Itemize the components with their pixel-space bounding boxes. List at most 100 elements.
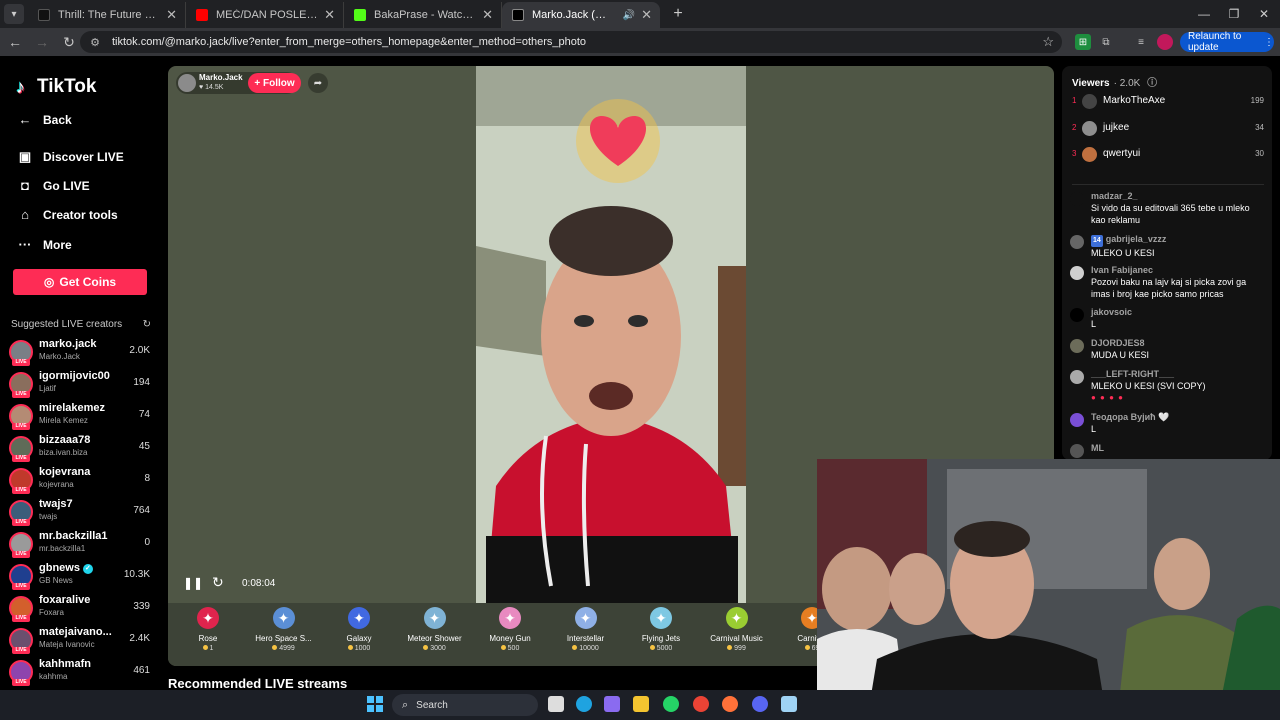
suggested-creator[interactable]: LIVE mirelakemez Mirela Kemez 74 <box>9 401 152 431</box>
chat-username-text[interactable]: ML <box>1091 443 1104 453</box>
creator-name[interactable]: igormijovic00 <box>39 370 125 382</box>
gift-item[interactable]: ✦ Galaxy 1000 <box>321 607 397 663</box>
host-avatar[interactable] <box>178 74 196 92</box>
share-icon[interactable]: ➦ <box>308 73 328 93</box>
suggested-creator[interactable]: LIVE foxaralive Foxara 339 <box>9 593 152 623</box>
gift-item[interactable]: ✦ Flying Jets 5000 <box>623 607 699 663</box>
chat-username-text[interactable]: ___LEFT-RIGHT___ <box>1091 369 1174 379</box>
suggested-creator[interactable]: LIVE marko.jack Marko.Jack 2.0K <box>9 337 152 367</box>
chat-username-text[interactable]: madzar_2_ <box>1091 191 1138 201</box>
suggested-creator[interactable]: LIVE bizzaaa78 biza.ivan.biza 45 <box>9 433 152 463</box>
get-coins-button[interactable]: ◎ Get Coins <box>13 269 147 295</box>
chat-avatar[interactable] <box>1070 192 1084 206</box>
follow-button[interactable]: + Follow <box>248 73 301 93</box>
top-viewer-row[interactable]: 1 MarkoTheAxe 199 <box>1072 93 1264 111</box>
creator-name[interactable]: kahhmafn <box>39 658 125 670</box>
creator-name[interactable]: foxaralive <box>39 594 125 606</box>
chat-avatar[interactable] <box>1070 235 1084 249</box>
viewer-avatar[interactable] <box>1082 147 1097 162</box>
refresh-icon[interactable]: ↻ <box>143 319 151 330</box>
site-info-icon[interactable]: ⚙ <box>88 35 102 49</box>
viewer-name[interactable]: jujkee <box>1103 122 1129 133</box>
close-window-icon[interactable]: ✕ <box>1248 0 1280 28</box>
nav-go-live[interactable]: ◘ Go LIVE <box>16 178 90 193</box>
address-bar[interactable]: ⚙ tiktok.com/@marko.jack/live?enter_from… <box>80 31 1062 53</box>
close-tab-icon[interactable]: ✕ <box>482 7 493 23</box>
chat-username-text[interactable]: jakovsoic <box>1091 307 1132 317</box>
firefox-icon[interactable] <box>722 696 738 712</box>
copilot-icon[interactable] <box>604 696 620 712</box>
notepad-icon[interactable] <box>781 696 797 712</box>
gift-item[interactable]: ✦ Interstellar 10000 <box>548 607 624 663</box>
suggested-creator[interactable]: LIVE igormijovic00 Ljatif 194 <box>9 369 152 399</box>
audio-playing-icon[interactable]: 🔊 <box>623 10 635 21</box>
browser-tab-2[interactable]: MEĆ/DAN POSLE MEČA/KRAJ I ✕ <box>186 2 344 28</box>
suggested-creator[interactable]: LIVE kahhmafn kahhma 461 <box>9 657 152 687</box>
suggested-creator[interactable]: LIVE gbnews ✓ GB News 10.3K <box>9 561 152 591</box>
reading-list-icon[interactable]: ≡ <box>1133 34 1149 50</box>
chat-avatar[interactable] <box>1070 266 1084 280</box>
creator-name[interactable]: bizzaaa78 <box>39 434 125 446</box>
task-view-icon[interactable] <box>548 696 564 712</box>
chat-username[interactable]: 14 gabrijela_vzzz <box>1091 233 1266 247</box>
nav-creator-tools[interactable]: ⌂ Creator tools <box>16 207 118 222</box>
tab-search-icon[interactable]: ▾ <box>4 4 24 24</box>
chat-username[interactable]: ML <box>1091 442 1266 454</box>
minimize-icon[interactable]: — <box>1188 0 1220 28</box>
refresh-stream-icon[interactable]: ↻ <box>212 574 224 591</box>
suggested-creator[interactable]: LIVE twajs7 twajs 764 <box>9 497 152 527</box>
chat-username-text[interactable]: Ivan Fabijanec <box>1091 265 1153 275</box>
browser-tab-3[interactable]: BakaPrase - Watch the VOD on ✕ <box>344 2 502 28</box>
chat-username[interactable]: DJORDJES8 <box>1091 337 1266 349</box>
chat-username-text[interactable]: Теодора Вујић 🤍 <box>1091 412 1169 422</box>
viewer-avatar[interactable] <box>1082 120 1097 136</box>
viewer-avatar[interactable] <box>1082 94 1097 109</box>
viewer-name[interactable]: qwertyui <box>1103 148 1140 159</box>
reload-icon[interactable]: ↻ <box>57 30 81 54</box>
chat-avatar[interactable] <box>1070 308 1084 322</box>
back-icon[interactable]: ← <box>3 30 27 54</box>
suggested-creator[interactable]: LIVE kojevrana kojevrana 8 <box>9 465 152 495</box>
restore-icon[interactable]: ❐ <box>1218 0 1250 28</box>
creator-name[interactable]: gbnews ✓ <box>39 562 125 574</box>
creator-name[interactable]: marko.jack <box>39 338 125 350</box>
chat-username-text[interactable]: DJORDJES8 <box>1091 338 1145 348</box>
close-tab-icon[interactable]: ✕ <box>324 7 335 23</box>
suggested-creator[interactable]: LIVE matejaivano... Mateja Ivanovic 2.4K <box>9 625 152 655</box>
gift-item[interactable]: ✦ Carnival Music 999 <box>699 607 775 663</box>
creator-name[interactable]: mr.backzilla1 <box>39 530 125 542</box>
chat-avatar[interactable] <box>1070 413 1084 427</box>
discord-icon[interactable] <box>752 696 768 712</box>
chat-username[interactable]: madzar_2_ <box>1091 190 1266 202</box>
bookmark-star-icon[interactable]: ☆ <box>1042 34 1054 50</box>
info-icon[interactable]: ⓘ <box>1147 78 1157 89</box>
relaunch-button[interactable]: Relaunch to update ⋮ <box>1180 31 1274 53</box>
new-tab-icon[interactable]: + <box>666 2 690 26</box>
chat-username-text[interactable]: gabrijela_vzzz <box>1106 234 1167 244</box>
chat-username[interactable]: Ivan Fabijanec <box>1091 264 1266 276</box>
chat-avatar[interactable] <box>1070 444 1084 458</box>
pause-icon[interactable]: ❚❚ <box>183 576 203 590</box>
nav-back[interactable]: ← Back <box>16 112 72 127</box>
creator-name[interactable]: mirelakemez <box>39 402 125 414</box>
file-explorer-icon[interactable] <box>633 696 649 712</box>
chat-username[interactable]: Теодора Вујић 🤍 <box>1091 411 1266 423</box>
top-viewer-row[interactable]: 2 jujkee 34 <box>1072 120 1264 138</box>
viewer-name[interactable]: MarkoTheAxe <box>1103 95 1165 106</box>
gift-item[interactable]: ✦ Hero Space S... 4999 <box>246 607 322 663</box>
url-text[interactable]: tiktok.com/@marko.jack/live?enter_from_m… <box>112 36 586 48</box>
creator-name[interactable]: twajs7 <box>39 498 125 510</box>
suggested-creator[interactable]: LIVE mr.backzilla1 mr.backzilla1 0 <box>9 529 152 559</box>
edge-icon[interactable] <box>576 696 592 712</box>
creator-name[interactable]: kojevrana <box>39 466 125 478</box>
nav-discover-live[interactable]: ▣ Discover LIVE <box>16 149 124 165</box>
extensions-puzzle-icon[interactable]: ⧉ <box>1098 34 1114 50</box>
profile-avatar-icon[interactable] <box>1157 34 1173 50</box>
gift-item[interactable]: ✦ Rose 1 <box>170 607 246 663</box>
chat-avatar[interactable] <box>1070 339 1084 353</box>
host-name[interactable]: Marko.Jack <box>199 73 243 82</box>
nav-more[interactable]: ··· More <box>16 237 72 252</box>
creator-name[interactable]: matejaivano... <box>39 626 125 638</box>
browser-tab-4[interactable]: Marko.Jack (@marko.jack) is 🔊 ✕ <box>502 2 660 28</box>
extension-icon[interactable]: ⊞ <box>1075 34 1091 50</box>
